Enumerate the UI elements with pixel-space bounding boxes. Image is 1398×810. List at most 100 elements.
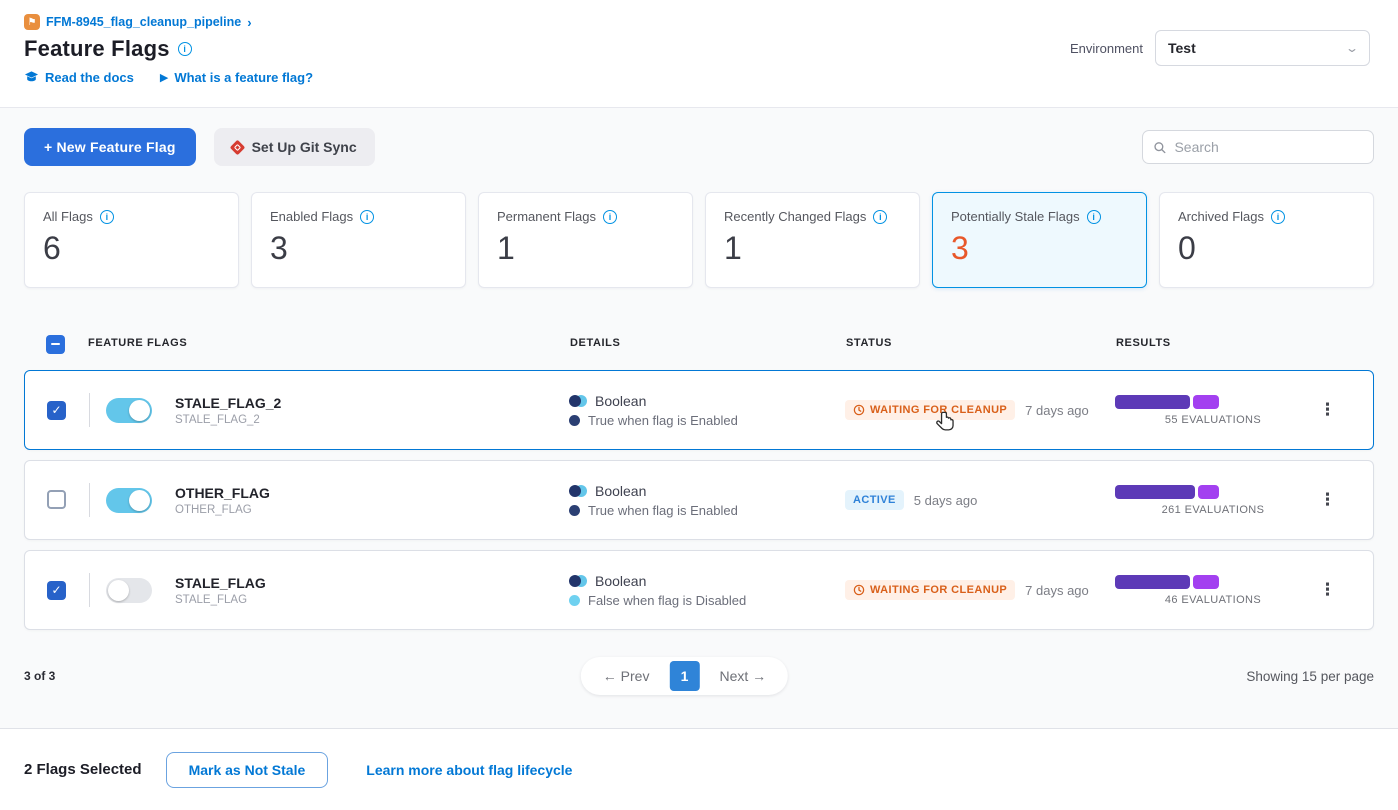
evaluations-bar — [1115, 395, 1219, 409]
stat-card-archived-flags[interactable]: Archived Flags i 0 — [1159, 192, 1374, 288]
flag-identifier: STALE_FLAG_2 — [175, 414, 569, 426]
toolbar: + New Feature Flag Set Up Git Sync — [24, 128, 1374, 166]
git-sync-button[interactable]: Set Up Git Sync — [214, 128, 375, 166]
kebab-menu-icon[interactable]: ⋮ — [1311, 576, 1344, 603]
stat-info-icon[interactable]: i — [603, 210, 617, 224]
evaluations-label: 46 EVALUATIONS — [1165, 594, 1261, 606]
flag-toggle[interactable] — [106, 578, 152, 603]
stat-card-enabled-flags[interactable]: Enabled Flags i 3 — [251, 192, 466, 288]
flag-type: Boolean — [595, 393, 646, 409]
status-badge[interactable]: WAITING FOR CLEANUP — [845, 580, 1015, 600]
stat-label: Recently Changed Flags — [724, 209, 866, 224]
status-text: WAITING FOR CLEANUP — [870, 404, 1007, 416]
column-header-details: DETAILS — [570, 337, 846, 349]
stat-label: Permanent Flags — [497, 209, 596, 224]
environment-select[interactable]: Test ⌄ — [1155, 30, 1370, 66]
selection-footer: 2 Flags Selected Mark as Not Stale Learn… — [0, 728, 1398, 810]
stat-label: Archived Flags — [1178, 209, 1264, 224]
evaluations-bar — [1115, 575, 1219, 589]
breadcrumb-chevron-icon: › — [247, 15, 251, 30]
variation-text: True when flag is Enabled — [588, 503, 738, 518]
stat-card-permanent-flags[interactable]: Permanent Flags i 1 — [478, 192, 693, 288]
status-badge[interactable]: ACTIVE — [845, 490, 904, 510]
stat-card-recently-changed-flags[interactable]: Recently Changed Flags i 1 — [705, 192, 920, 288]
pagination: 3 of 3 ← Prev 1 Next → Showing 15 per pa… — [24, 656, 1374, 696]
stat-info-icon[interactable]: i — [1271, 210, 1285, 224]
stat-info-icon[interactable]: i — [100, 210, 114, 224]
stat-info-icon[interactable]: i — [360, 210, 374, 224]
next-page-button[interactable]: Next → — [703, 662, 782, 690]
evaluations-label: 261 EVALUATIONS — [1162, 504, 1265, 516]
breadcrumb-project[interactable]: FFM-8945_flag_cleanup_pipeline — [46, 15, 241, 29]
what-is-flag-link[interactable]: ▶ What is a feature flag? — [160, 70, 313, 85]
breadcrumb[interactable]: ⚑ FFM-8945_flag_cleanup_pipeline › — [24, 14, 1374, 30]
table-row[interactable]: ✓ STALE_FLAG STALE_FLAG Boolean False wh… — [24, 550, 1374, 630]
evaluations-label: 55 EVALUATIONS — [1165, 414, 1261, 426]
kebab-menu-icon[interactable]: ⋮ — [1311, 486, 1344, 513]
pager: ← Prev 1 Next → — [581, 657, 788, 695]
stat-label: Enabled Flags — [270, 209, 353, 224]
flag-type: Boolean — [595, 573, 646, 589]
flag-name[interactable]: OTHER_FLAG — [175, 485, 569, 501]
stat-value: 0 — [1178, 230, 1355, 267]
table-body: ✓ STALE_FLAG_2 STALE_FLAG_2 Boolean True… — [24, 370, 1374, 630]
boolean-type-icon — [569, 485, 587, 497]
column-header-flags: FEATURE FLAGS — [88, 337, 570, 349]
flag-name[interactable]: STALE_FLAG_2 — [175, 395, 569, 411]
column-header-results: RESULTS — [1116, 337, 1312, 349]
mark-not-stale-button[interactable]: Mark as Not Stale — [166, 752, 329, 788]
stats-row: All Flags i 6 Enabled Flags i 3 Permanen… — [24, 192, 1374, 288]
clock-icon — [853, 404, 865, 416]
flag-toggle[interactable] — [106, 398, 152, 423]
row-checkbox[interactable]: ✓ — [47, 581, 66, 600]
stat-card-all-flags[interactable]: All Flags i 6 — [24, 192, 239, 288]
play-icon: ▶ — [160, 71, 168, 84]
page-title: Feature Flags — [24, 36, 170, 62]
row-checkbox[interactable]: ✓ — [47, 490, 66, 509]
stat-value: 1 — [497, 230, 674, 267]
read-docs-link[interactable]: Read the docs — [24, 70, 134, 85]
column-header-status: STATUS — [846, 337, 1116, 349]
table-row[interactable]: ✓ OTHER_FLAG OTHER_FLAG Boolean True whe… — [24, 460, 1374, 540]
flag-identifier: STALE_FLAG — [175, 594, 569, 606]
row-checkbox[interactable]: ✓ — [47, 401, 66, 420]
selected-count: 2 Flags Selected — [24, 761, 142, 778]
table-row[interactable]: ✓ STALE_FLAG_2 STALE_FLAG_2 Boolean True… — [24, 370, 1374, 450]
table-header: FEATURE FLAGS DETAILS STATUS RESULTS — [24, 330, 1374, 356]
last-updated: 5 days ago — [914, 493, 978, 508]
stat-label: Potentially Stale Flags — [951, 209, 1080, 224]
kebab-menu-icon[interactable]: ⋮ — [1311, 396, 1344, 423]
page-range: 3 of 3 — [24, 669, 55, 683]
stat-value: 6 — [43, 230, 220, 267]
stat-info-icon[interactable]: i — [873, 210, 887, 224]
flag-name[interactable]: STALE_FLAG — [175, 575, 569, 591]
search-box[interactable] — [1142, 130, 1374, 164]
new-feature-flag-button[interactable]: + New Feature Flag — [24, 128, 196, 166]
flag-identifier: OTHER_FLAG — [175, 504, 569, 516]
last-updated: 7 days ago — [1025, 583, 1089, 598]
chevron-down-icon: ⌄ — [1345, 41, 1359, 55]
stat-value: 1 — [724, 230, 901, 267]
select-all-checkbox[interactable] — [46, 335, 65, 354]
flag-lifecycle-link[interactable]: Learn more about flag lifecycle — [366, 762, 572, 778]
search-input[interactable] — [1174, 139, 1363, 155]
stat-value: 3 — [270, 230, 447, 267]
variation-dot-icon — [569, 505, 580, 516]
stat-value: 3 — [951, 230, 1128, 267]
flag-toggle[interactable] — [106, 488, 152, 513]
environment-value: Test — [1168, 40, 1196, 56]
search-icon — [1153, 140, 1166, 155]
prev-page-button[interactable]: ← Prev — [587, 662, 666, 690]
stat-card-potentially-stale-flags[interactable]: Potentially Stale Flags i 3 — [932, 192, 1147, 288]
status-badge[interactable]: WAITING FOR CLEANUP — [845, 400, 1015, 420]
title-info-icon[interactable]: i — [178, 42, 192, 56]
variation-text: True when flag is Enabled — [588, 413, 738, 428]
last-updated: 7 days ago — [1025, 403, 1089, 418]
stat-info-icon[interactable]: i — [1087, 210, 1101, 224]
variation-dot-icon — [569, 415, 580, 426]
page-number-button[interactable]: 1 — [669, 661, 699, 691]
environment-label: Environment — [1070, 41, 1143, 56]
evaluations-bar — [1115, 485, 1219, 499]
stat-label: All Flags — [43, 209, 93, 224]
clock-icon — [853, 584, 865, 596]
